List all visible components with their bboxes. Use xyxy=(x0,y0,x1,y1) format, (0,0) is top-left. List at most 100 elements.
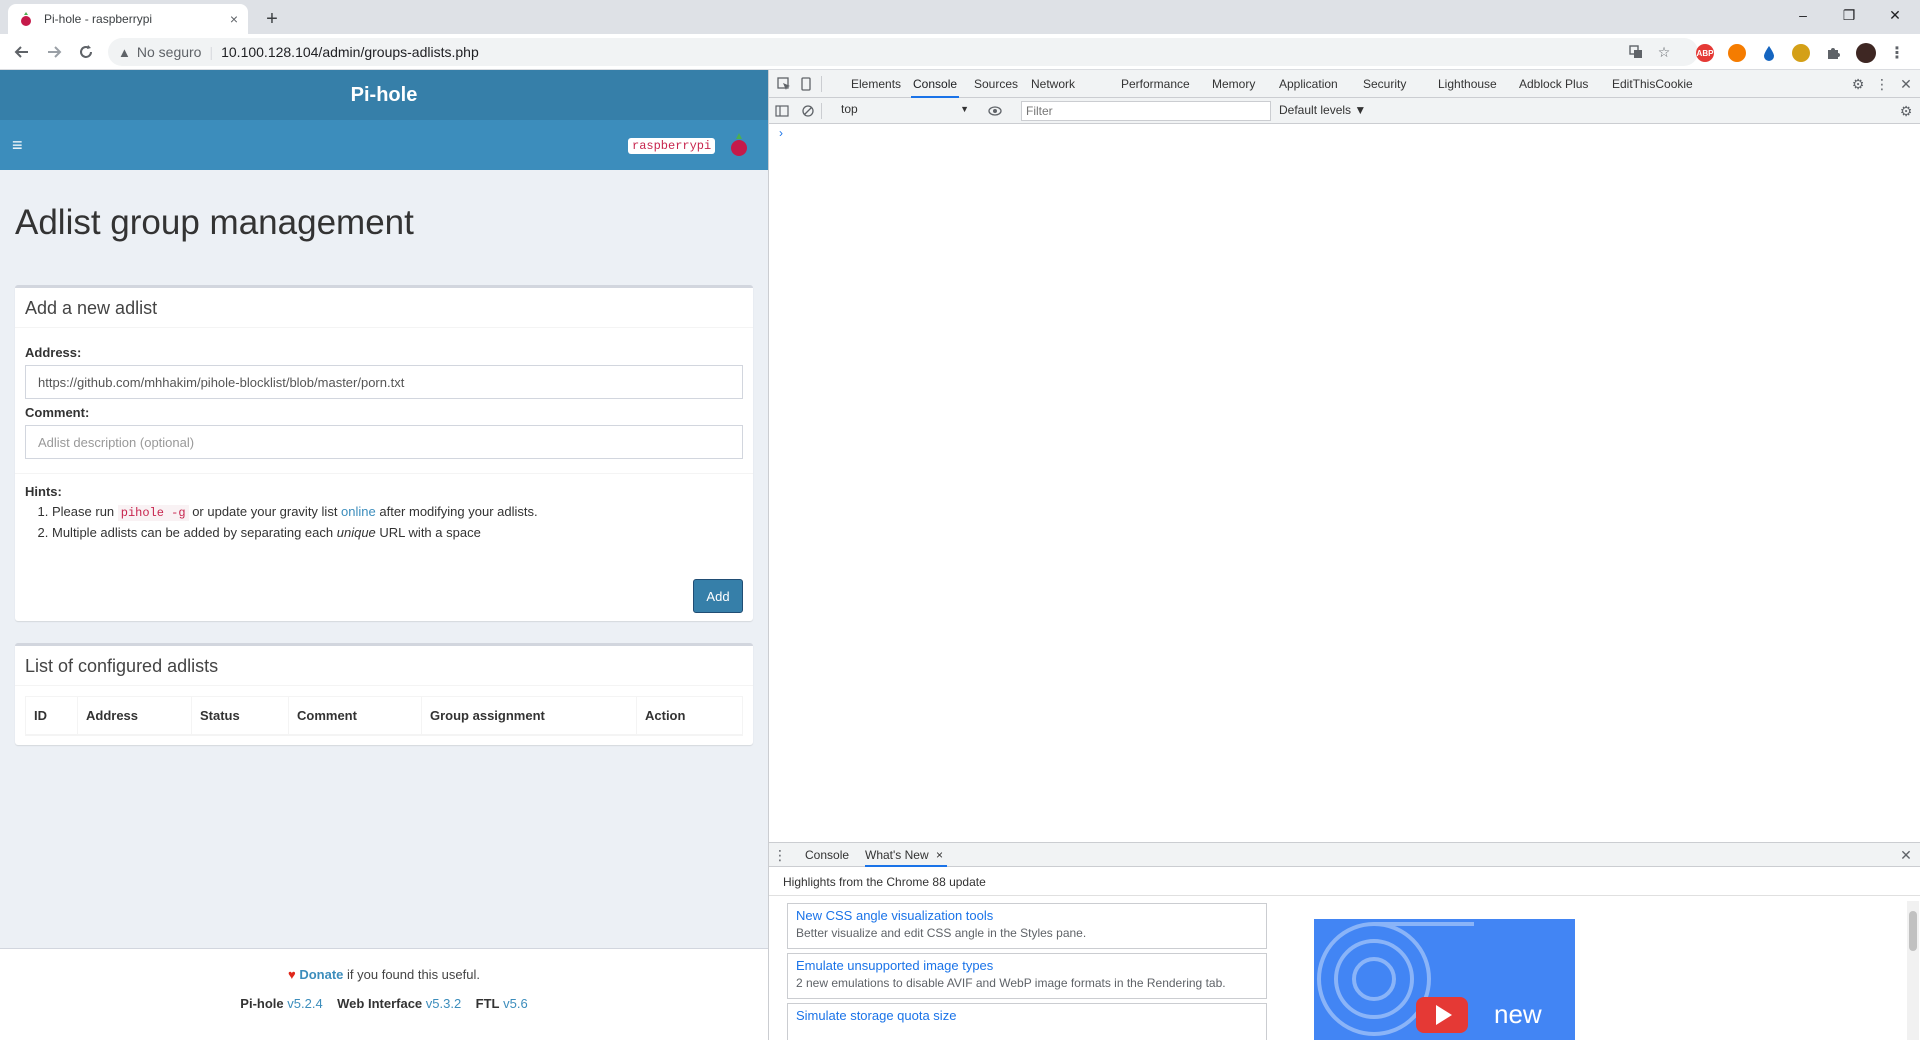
drawer-tab-whats-new[interactable]: What's New × xyxy=(865,843,947,867)
card-title[interactable]: New CSS angle visualization tools xyxy=(796,908,1258,923)
toolbar-divider xyxy=(821,103,822,119)
pihole-version-label: Pi-hole xyxy=(240,996,284,1011)
drawer-scrollbar[interactable] xyxy=(1907,901,1919,1040)
hints-label: Hints: xyxy=(25,484,62,499)
maximize-button[interactable]: ❐ xyxy=(1826,0,1872,30)
online-link[interactable]: online xyxy=(341,504,376,519)
tab-close-icon[interactable]: × xyxy=(230,11,238,27)
donate-text: if you found this useful. xyxy=(343,967,480,982)
hint-item: Multiple adlists can be added by separat… xyxy=(52,523,538,543)
devtools-tab-performance[interactable]: Performance xyxy=(1119,70,1192,98)
command-code: pihole -g xyxy=(117,505,189,521)
drawer-tab-label: What's New xyxy=(865,848,929,862)
new-tab-button[interactable]: + xyxy=(258,5,286,33)
raspberry-favicon-icon xyxy=(18,11,34,27)
devtools-close-icon[interactable]: ✕ xyxy=(1895,70,1917,98)
column-header-action[interactable]: Action xyxy=(636,696,743,736)
devtools-tab-lighthouse[interactable]: Lighthouse xyxy=(1436,70,1499,98)
devtools-tab-sources[interactable]: Sources xyxy=(972,70,1020,98)
menu-kebab-icon[interactable]: ⋮ xyxy=(1888,44,1906,62)
back-arrow-icon[interactable] xyxy=(8,38,36,66)
address-bar[interactable]: ▲ No seguro | 10.100.128.104/admin/group… xyxy=(108,38,1698,66)
column-header-status[interactable]: Status xyxy=(191,696,289,736)
adblock-plus-icon[interactable]: ABP xyxy=(1696,44,1714,62)
forward-arrow-icon[interactable] xyxy=(40,38,68,66)
devtools-panel: Elements Console Sources Network Perform… xyxy=(768,70,1920,1040)
hint-text: Multiple adlists can be added by separat… xyxy=(52,525,337,540)
drawer-menu-icon[interactable]: ⋮ xyxy=(773,843,787,867)
log-levels-dropdown[interactable]: Default levels ▼ xyxy=(1279,103,1366,117)
device-toolbar-icon[interactable] xyxy=(795,70,817,98)
extension-orange-icon[interactable] xyxy=(1728,44,1746,62)
context-selector[interactable]: top ▼ xyxy=(839,102,969,120)
close-window-button[interactable]: ✕ xyxy=(1872,0,1918,30)
translate-icon[interactable] xyxy=(1624,38,1648,66)
profile-avatar[interactable] xyxy=(1856,43,1876,63)
card-title[interactable]: Simulate storage quota size xyxy=(796,1008,1258,1023)
column-header-group-assignment[interactable]: Group assignment xyxy=(421,696,637,736)
address-input[interactable] xyxy=(25,365,743,399)
reload-icon[interactable] xyxy=(72,38,100,66)
drawer-tab-close-icon[interactable]: × xyxy=(936,848,943,862)
devtools-tab-elements[interactable]: Elements xyxy=(849,70,903,98)
donate-link[interactable]: Donate xyxy=(299,967,343,982)
whats-new-card[interactable]: Emulate unsupported image types 2 new em… xyxy=(787,953,1267,999)
live-expression-eye-icon[interactable] xyxy=(984,98,1006,124)
devtools-tab-adblock-plus[interactable]: Adblock Plus xyxy=(1517,70,1590,98)
bookmark-star-icon[interactable]: ☆ xyxy=(1652,38,1676,66)
column-header-id[interactable]: ID xyxy=(25,696,78,736)
adlists-table-title: List of configured adlists xyxy=(15,646,753,686)
devtools-tab-memory[interactable]: Memory xyxy=(1210,70,1257,98)
console-filter-input[interactable] xyxy=(1021,101,1271,121)
raspberry-logo-icon[interactable] xyxy=(730,132,748,158)
pihole-navbar: ≡ raspberrypi xyxy=(0,120,768,170)
devtools-menu-icon[interactable]: ⋮ xyxy=(1871,70,1893,98)
browser-toolbar: ▲ No seguro | 10.100.128.104/admin/group… xyxy=(0,34,1920,70)
column-header-comment[interactable]: Comment xyxy=(288,696,422,736)
ftl-version-link[interactable]: v5.6 xyxy=(503,996,528,1011)
pihole-brand[interactable]: Pi-hole xyxy=(0,70,768,120)
hint-text: after modifying your adlists. xyxy=(375,504,538,519)
hint-text: or update your gravity list xyxy=(188,504,342,519)
ftl-version-label: FTL xyxy=(475,996,500,1011)
omnibox-divider: | xyxy=(209,44,214,60)
minimize-button[interactable]: – xyxy=(1780,0,1826,30)
add-button[interactable]: Add xyxy=(693,579,743,613)
clear-console-icon[interactable] xyxy=(797,98,819,124)
console-prompt-icon[interactable]: › xyxy=(779,126,783,140)
sidebar-toggle-icon[interactable]: ≡ xyxy=(12,134,30,156)
devtools-tab-network[interactable]: Network xyxy=(1029,70,1077,98)
divider xyxy=(769,895,1920,896)
toolbar-divider xyxy=(821,76,822,92)
extension-drop-icon[interactable] xyxy=(1760,44,1778,62)
page-title: Adlist group management xyxy=(15,203,414,242)
console-settings-gear-icon[interactable]: ⚙ xyxy=(1895,98,1917,124)
security-label[interactable]: No seguro xyxy=(137,44,202,60)
scrollbar-thumb[interactable] xyxy=(1909,911,1917,951)
devtools-tab-editthiscookie[interactable]: EditThisCookie xyxy=(1610,70,1695,98)
devtools-tab-security[interactable]: Security xyxy=(1361,70,1408,98)
comment-input[interactable] xyxy=(25,425,743,459)
whats-new-card[interactable]: New CSS angle visualization tools Better… xyxy=(787,903,1267,949)
whats-new-video-thumbnail[interactable]: new xyxy=(1314,919,1575,1040)
column-header-address[interactable]: Address xyxy=(77,696,192,736)
devtools-tab-application[interactable]: Application xyxy=(1277,70,1340,98)
whats-new-card[interactable]: Simulate storage quota size xyxy=(787,1003,1267,1040)
url-text[interactable]: 10.100.128.104/admin/groups-adlists.php xyxy=(221,44,479,60)
pihole-version-link[interactable]: v5.2.4 xyxy=(287,996,322,1011)
drawer-close-icon[interactable]: ✕ xyxy=(1895,843,1917,867)
address-label: Address: xyxy=(25,345,82,360)
extensions-puzzle-icon[interactable] xyxy=(1824,44,1842,62)
card-title[interactable]: Emulate unsupported image types xyxy=(796,958,1258,973)
divider xyxy=(15,473,753,474)
devtools-tab-console[interactable]: Console xyxy=(911,70,960,98)
sidebar-toggle-icon[interactable] xyxy=(771,98,793,124)
drawer-tab-console[interactable]: Console xyxy=(805,843,849,867)
web-version-link[interactable]: v5.3.2 xyxy=(426,996,461,1011)
inspect-element-icon[interactable] xyxy=(773,70,795,98)
cookie-icon[interactable] xyxy=(1792,44,1810,62)
card-description: 2 new emulations to disable AVIF and Web… xyxy=(796,976,1226,990)
settings-gear-icon[interactable]: ⚙ xyxy=(1847,70,1869,98)
warning-icon: ▲ xyxy=(118,44,131,60)
browser-tab[interactable]: Pi-hole - raspberrypi × xyxy=(8,4,248,34)
